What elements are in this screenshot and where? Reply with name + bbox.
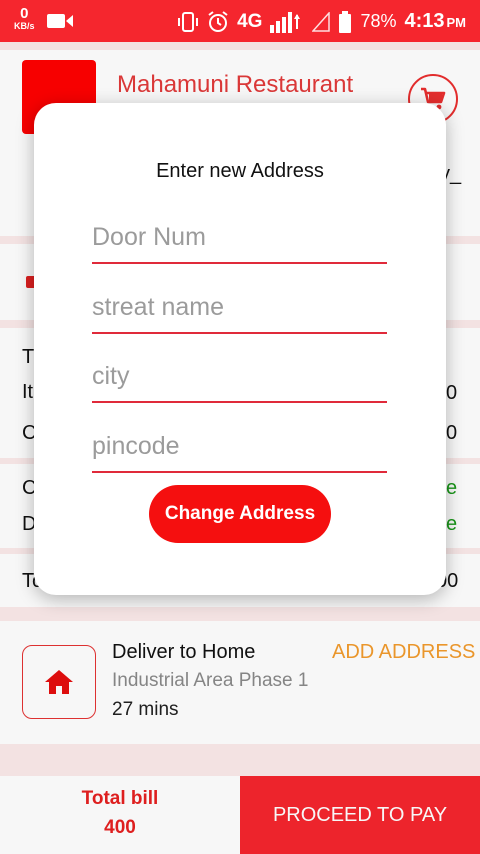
video-camera-icon: [46, 14, 73, 28]
pincode-input[interactable]: [92, 417, 387, 469]
battery-percent: 78%: [360, 11, 397, 31]
battery-icon: [339, 10, 352, 33]
clock-ampm: PM: [446, 15, 467, 30]
network-speed: 0 KB/s: [14, 6, 35, 31]
city-field: [92, 347, 387, 403]
address-dialog: Enter new Address Change Address: [34, 103, 446, 595]
change-address-button[interactable]: Change Address: [149, 485, 331, 543]
network-speed-value: 0: [20, 5, 29, 22]
street-name-field: [92, 278, 387, 334]
clock-time: 4:13: [404, 10, 445, 32]
no-sim-signal-icon: [312, 11, 331, 32]
vibrate-icon: [178, 11, 199, 32]
dialog-title: Enter new Address: [156, 160, 324, 182]
clock: 4:13 PM: [404, 10, 466, 33]
alarm-clock-icon: [208, 10, 228, 32]
city-input[interactable]: [92, 347, 387, 399]
door-number-input[interactable]: [92, 208, 387, 260]
network-type: 4G: [237, 10, 263, 32]
street-name-input[interactable]: [92, 278, 387, 330]
signal-icon: [270, 11, 301, 33]
network-speed-unit: KB/s: [14, 21, 35, 31]
door-number-field: [92, 208, 387, 264]
status-bar: 0 KB/s 4G 78% 4:13 PM: [0, 0, 480, 42]
pincode-field: [92, 417, 387, 473]
